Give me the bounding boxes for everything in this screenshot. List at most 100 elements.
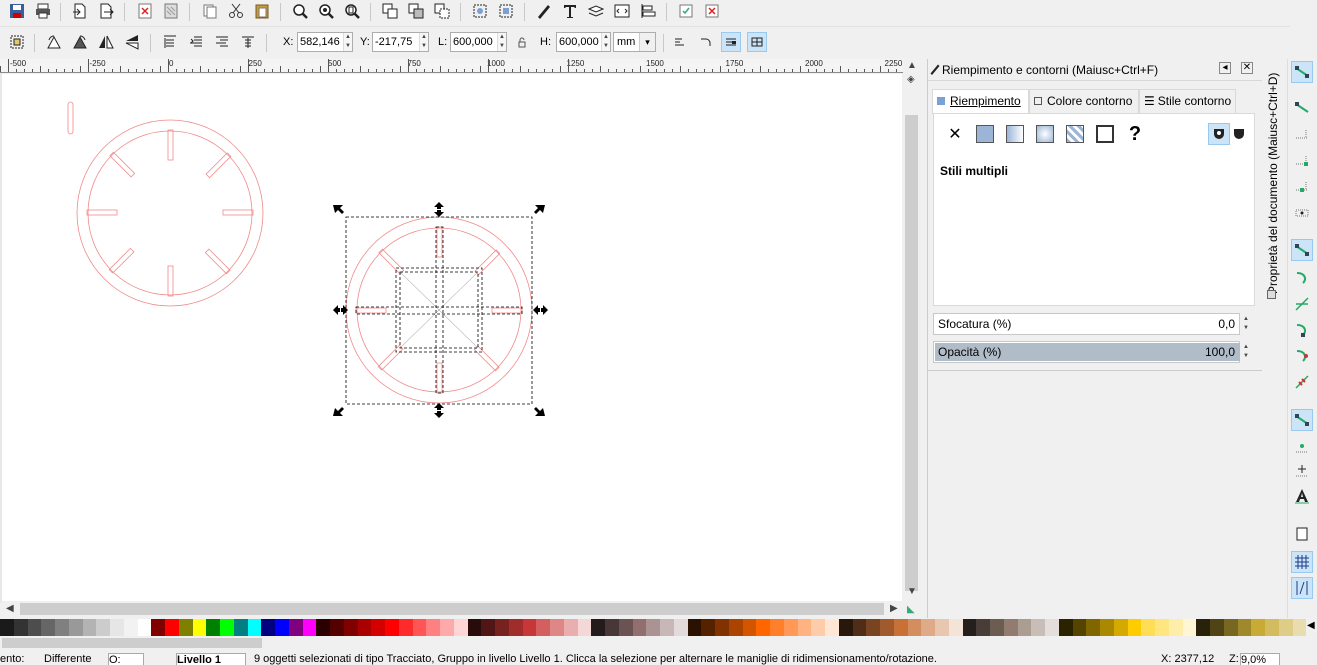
blur-spinner[interactable]: ▲ ▼	[1243, 315, 1253, 333]
snap-path-icon[interactable]	[1291, 267, 1313, 289]
tab-stroke-paint[interactable]: Colore contorno	[1029, 89, 1139, 113]
palette-swatch[interactable]	[701, 619, 715, 636]
palette-swatch[interactable]	[508, 619, 523, 636]
palette-swatch[interactable]	[563, 619, 578, 636]
document-properties-icon[interactable]	[702, 1, 722, 21]
palette-swatch[interactable]	[1292, 619, 1307, 636]
palette-swatch[interactable]	[1168, 619, 1183, 636]
snap-midpoint-icon[interactable]	[1291, 371, 1313, 393]
snap-toggle-icon[interactable]	[1291, 61, 1313, 83]
snap-cusp-icon[interactable]	[1291, 319, 1313, 341]
palette-swatch[interactable]	[1003, 619, 1018, 636]
palette-swatch[interactable]	[742, 619, 757, 636]
palette-swatch[interactable]	[550, 619, 564, 636]
raise-icon[interactable]	[186, 32, 206, 52]
palette-swatch[interactable]	[1223, 619, 1238, 636]
scroll-up-icon[interactable]: ▲	[907, 60, 917, 71]
palette-swatch[interactable]	[880, 619, 894, 636]
text-font-icon[interactable]	[560, 1, 580, 21]
align-distribute-icon[interactable]	[638, 1, 658, 21]
transform-gradients-icon[interactable]	[721, 32, 741, 52]
palette-swatch[interactable]	[673, 619, 688, 636]
palette-swatch[interactable]	[632, 619, 647, 636]
palette-swatch[interactable]	[1113, 619, 1128, 636]
preferences-icon[interactable]	[676, 1, 696, 21]
palette-swatch[interactable]	[1210, 619, 1224, 636]
scroll-left-icon[interactable]: ◀	[6, 603, 14, 614]
opacity-combo[interactable]: O:	[108, 653, 144, 665]
snap-bbox-midpoint-icon[interactable]	[1291, 175, 1313, 197]
palette-swatch[interactable]	[151, 619, 165, 636]
palette-swatch[interactable]	[1100, 619, 1114, 636]
unset-paint-button[interactable]: ?	[1124, 123, 1146, 145]
fill-rule-evenodd-button[interactable]	[1208, 123, 1230, 145]
palette-swatch[interactable]	[770, 619, 784, 636]
palette-swatch[interactable]	[1251, 619, 1265, 636]
raise-to-top-icon[interactable]	[160, 32, 180, 52]
palette-swatch[interactable]	[715, 619, 729, 636]
palette-swatch[interactable]	[13, 619, 28, 636]
palette-swatch[interactable]	[27, 619, 42, 636]
palette-swatch[interactable]	[261, 619, 275, 636]
duplicate-icon[interactable]	[380, 1, 400, 21]
snap-intersection-icon[interactable]	[1291, 293, 1313, 315]
x-field[interactable]: 582,146 ▲ ▼	[297, 32, 353, 52]
lower-icon[interactable]	[212, 32, 232, 52]
palette-swatch[interactable]	[811, 619, 825, 636]
palette-swatch[interactable]	[948, 619, 963, 636]
palette-swatch[interactable]	[398, 619, 413, 636]
palette-swatch[interactable]	[1237, 619, 1252, 636]
palette-swatch[interactable]	[1086, 619, 1100, 636]
tab-stroke-style[interactable]: ☰ Stile contorno	[1139, 89, 1236, 113]
redo-icon[interactable]	[161, 1, 181, 21]
palette-swatch[interactable]	[756, 619, 770, 636]
palette-swatch[interactable]	[110, 619, 124, 636]
rotate-cw-icon[interactable]	[70, 32, 90, 52]
snap-bbox-edge-icon[interactable]	[1291, 123, 1313, 145]
palette-swatch[interactable]	[220, 619, 234, 636]
snap-text-baseline-icon[interactable]	[1291, 485, 1313, 507]
paste-icon[interactable]	[252, 1, 272, 21]
palette-swatch[interactable]	[453, 619, 468, 636]
palette-swatch[interactable]	[935, 619, 949, 636]
palette-scrollbar[interactable]	[0, 636, 1317, 652]
xml-editor-icon[interactable]	[612, 1, 632, 21]
palette-swatch[interactable]	[976, 619, 990, 636]
scale-corners-icon[interactable]	[696, 32, 716, 52]
snap-smooth-icon[interactable]	[1291, 345, 1313, 367]
snap-rotation-center-icon[interactable]	[1291, 459, 1313, 481]
palette-swatch[interactable]	[1141, 619, 1155, 636]
palette-swatch[interactable]	[233, 619, 248, 636]
palette-swatch[interactable]	[481, 619, 495, 636]
palette-scroll-thumb[interactable]	[2, 638, 262, 648]
snap-bbox-icon[interactable]	[1291, 97, 1313, 119]
flat-color-button[interactable]	[974, 123, 996, 145]
palette-swatch[interactable]	[0, 619, 14, 636]
scale-stroke-icon[interactable]	[670, 32, 690, 52]
select-all-icon[interactable]	[7, 32, 27, 52]
export-icon[interactable]	[96, 1, 116, 21]
vertical-scroll-thumb[interactable]	[905, 115, 918, 591]
palette-swatch[interactable]	[82, 619, 97, 636]
palette-swatch[interactable]	[68, 619, 83, 636]
palette-swatch[interactable]	[412, 619, 427, 636]
palette-swatch[interactable]	[660, 619, 674, 636]
fill-stroke-icon[interactable]	[534, 1, 554, 21]
palette-swatch[interactable]	[330, 619, 344, 636]
palette-swatch[interactable]	[921, 619, 935, 636]
snap-grid-icon[interactable]	[1291, 551, 1313, 573]
palette-swatch[interactable]	[618, 619, 633, 636]
palette-swatch[interactable]	[1072, 619, 1087, 636]
palette-swatch[interactable]	[1182, 619, 1197, 636]
palette-swatch[interactable]	[192, 619, 207, 636]
palette-swatch[interactable]	[797, 619, 812, 636]
close-icon[interactable]: ✕	[1241, 62, 1253, 74]
palette-swatch[interactable]	[605, 619, 619, 636]
iconify-icon[interactable]: ◂	[1219, 62, 1231, 74]
copy-icon[interactable]	[200, 1, 220, 21]
transform-patterns-icon[interactable]	[747, 32, 767, 52]
palette-swatch[interactable]	[123, 619, 138, 636]
snap-bbox-center-icon[interactable]	[1291, 201, 1313, 223]
height-field[interactable]: 600,000 ▲ ▼	[556, 32, 611, 52]
palette-swatch[interactable]	[728, 619, 743, 636]
